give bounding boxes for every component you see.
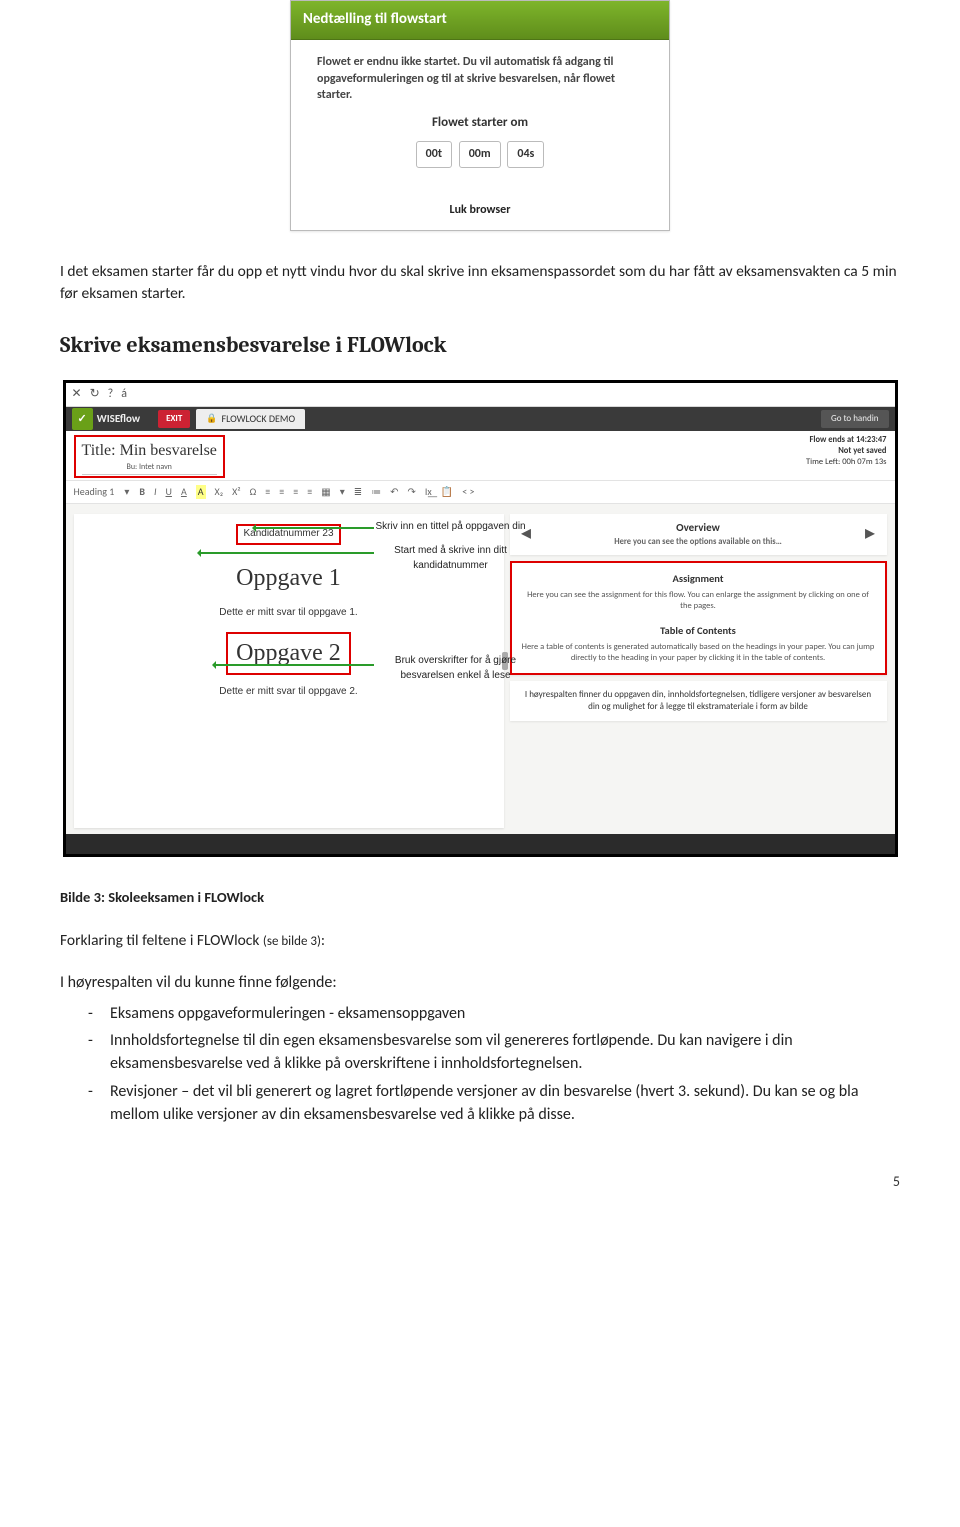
highlight-button[interactable]: A	[196, 485, 206, 500]
countdown-figure: Nedtælling til flowstart Flowet er endnu…	[60, 0, 900, 231]
editor-bottom-bar	[66, 834, 895, 854]
time-left: Time Left: 00h 07m 13s	[806, 457, 886, 468]
modal-title: Nedtælling til flowstart	[291, 1, 669, 40]
arrow-icon	[254, 527, 374, 529]
underline-button[interactable]: U	[166, 485, 172, 500]
flowlock-tab[interactable]: 🔒 FLOWLOCK DEMO	[196, 409, 305, 430]
clear-format-button[interactable]: I͟x	[425, 485, 432, 500]
explain-title-part-b: (se bilde 3)	[263, 934, 321, 949]
callout-title: Skriv inn en tittel på oppgaven din	[376, 520, 526, 535]
feature-list: Eksamens oppgaveformuleringen - eksamens…	[88, 1002, 900, 1126]
close-browser-button[interactable]: Luk browser	[291, 196, 669, 229]
exit-button[interactable]: EXIT	[158, 410, 190, 427]
close-icon[interactable]: ✕	[72, 386, 82, 403]
editor-window-controls: ✕ ↻ ? á	[66, 383, 895, 407]
editor-title-area: Title: Min besvarelse Bu: Intet navn Flo…	[66, 431, 895, 481]
assignment-panel[interactable]: Assignment Here you can see the assignme…	[510, 561, 887, 675]
overview-panel: ◀ Overview Here you can see the options …	[510, 514, 887, 554]
accented-char-icon[interactable]: á	[121, 386, 127, 403]
align-justify-button[interactable]: ≡	[307, 485, 312, 500]
countdown-row: 00t 00m 04s	[317, 141, 643, 168]
refresh-icon[interactable]: ↻	[90, 386, 100, 403]
save-status: Not yet saved	[806, 446, 886, 457]
list-intro: I høyrespalten vil du kunne finne følgen…	[60, 971, 900, 994]
clipboard-icon[interactable]: 📋	[441, 485, 453, 500]
align-center-button[interactable]: ≡	[279, 485, 284, 500]
arrow-icon	[214, 664, 374, 666]
list-item: Revisjoner – det vil bli generert og lag…	[88, 1080, 900, 1126]
explain-title: Forklaring til feltene i FLOWlock (se bi…	[60, 930, 900, 952]
table-button[interactable]: ▦	[321, 485, 330, 500]
figure-caption: Bilde 3: Skoleeksamen i FLOWlock	[60, 887, 900, 908]
toc-title: Table of Contents	[522, 623, 875, 638]
wiseflow-logo-icon: ✓	[72, 408, 93, 430]
unordered-list-button[interactable]: ≔	[371, 485, 381, 500]
assignment-title: Assignment	[522, 571, 875, 586]
heading-select[interactable]: Heading 1	[74, 485, 115, 500]
chevron-down-icon[interactable]: ▾	[124, 485, 129, 500]
status-column: Flow ends at 14:23:47 Not yet saved Time…	[806, 435, 886, 468]
assignment-body: Here you can see the assignment for this…	[522, 590, 875, 613]
tab-label: FLOWLOCK DEMO	[222, 412, 296, 427]
modal-message: Flowet er endnu ikke startet. Du vil aut…	[317, 54, 643, 104]
go-to-handin-button[interactable]: Go to handin	[821, 410, 888, 427]
countdown-seconds: 04s	[507, 141, 544, 168]
explain-title-part-c: :	[321, 931, 325, 950]
editor-window: ✕ ↻ ? á ✓ WISEflow EXIT 🔒 FLOWLOCK DEMO …	[63, 380, 898, 858]
answer-1-text: Dette er mitt svar til oppgave 1.	[88, 606, 490, 621]
heading-oppgave2-highlight: Oppgave 2	[226, 632, 351, 675]
editor-toolbar: Heading 1 ▾ B I U A A X₂ X² Ω ≡ ≡ ≡ ≡ ▦ …	[66, 481, 895, 505]
lock-icon: 🔒	[206, 412, 217, 425]
help-icon[interactable]: ?	[108, 386, 114, 403]
countdown-minutes: 00m	[459, 141, 501, 168]
explain-title-part-a: Forklaring til feltene i FLOWlock	[60, 931, 263, 950]
intro-paragraph: I det eksamen starter får du opp et nytt…	[60, 261, 900, 306]
code-view-button[interactable]: < >	[462, 485, 474, 500]
title-highlight-box: Title: Min besvarelse Bu: Intet navn	[74, 435, 225, 478]
answer-2-text: Dette er mitt svar til oppgave 2.	[88, 685, 490, 700]
callout-headings: Bruk overskrifter for å gjøre besvarelse…	[376, 654, 536, 683]
ordered-list-button[interactable]: ≣	[354, 485, 362, 500]
countdown-hours: 00t	[416, 141, 452, 168]
editor-sidebar: ◀ Overview Here you can see the options …	[510, 514, 887, 828]
redo-button[interactable]: ↷	[408, 485, 416, 500]
font-color-button[interactable]: A	[181, 485, 187, 500]
superscript-button[interactable]: X²	[232, 485, 241, 500]
overview-subtext: Here you can see the options available o…	[614, 536, 782, 548]
chevron-down-icon[interactable]: ▾	[340, 485, 345, 500]
bold-button[interactable]: B	[139, 485, 145, 500]
undo-button[interactable]: ↶	[390, 485, 398, 500]
overview-next-button[interactable]: ▶	[861, 526, 878, 543]
callout-candidate: Start med å skrive inn ditt kandidatnumm…	[376, 544, 526, 573]
flow-end-time: Flow ends at 14:23:47	[806, 435, 886, 446]
editor-topbar: ✓ WISEflow EXIT 🔒 FLOWLOCK DEMO Go to ha…	[66, 407, 895, 431]
page-number: 5	[60, 1172, 900, 1192]
list-item: Innholdsfortegnelse til din egen eksamen…	[88, 1029, 900, 1075]
align-right-button[interactable]: ≡	[293, 485, 298, 500]
section-heading: Skrive eksamensbesvarelse i FLOWlock	[60, 330, 900, 362]
overview-title: Overview	[614, 520, 782, 536]
countdown-modal: Nedtælling til flowstart Flowet er endnu…	[290, 0, 670, 231]
editor-figure: ✕ ↻ ? á ✓ WISEflow EXIT 🔒 FLOWLOCK DEMO …	[60, 380, 900, 858]
editor-main: Kandidatnummer 23 Oppgave 1 Dette er mit…	[66, 504, 895, 834]
sidebar-annotation: I høyrespalten finner du oppgaven din, i…	[510, 681, 887, 721]
document-byline: Bu: Intet navn	[82, 462, 217, 475]
brand-name: WISEflow	[97, 411, 140, 427]
countdown-label: Flowet starter om	[317, 114, 643, 133]
modal-body: Flowet er endnu ikke startet. Du vil aut…	[291, 40, 669, 197]
align-left-button[interactable]: ≡	[265, 485, 270, 500]
document-title[interactable]: Title: Min besvarelse	[82, 439, 217, 462]
list-item: Eksamens oppgaveformuleringen - eksamens…	[88, 1002, 900, 1025]
subscript-button[interactable]: X₂	[215, 485, 224, 500]
special-char-button[interactable]: Ω	[250, 485, 257, 500]
italic-button[interactable]: I	[154, 485, 157, 500]
arrow-icon	[199, 552, 374, 554]
editor-paper[interactable]: Kandidatnummer 23 Oppgave 1 Dette er mit…	[74, 514, 504, 828]
toc-body: Here a table of contents is generated au…	[522, 642, 875, 665]
